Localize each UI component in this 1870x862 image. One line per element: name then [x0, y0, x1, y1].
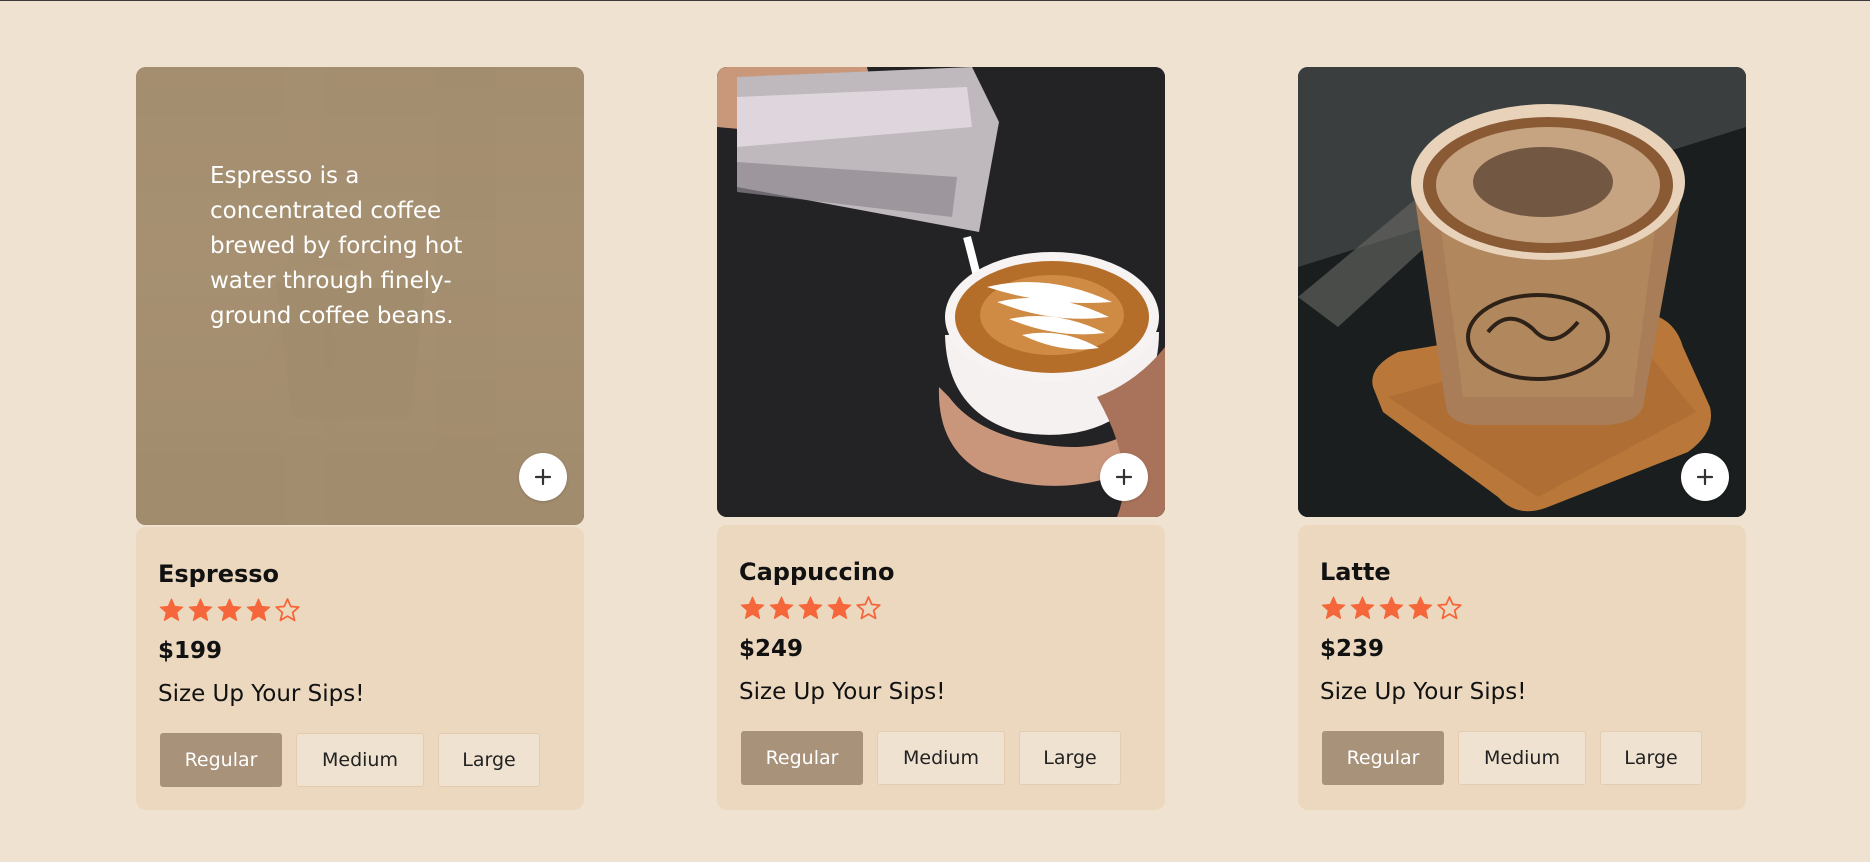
product-card-espresso: Espresso is a concentrated coffee brewed… [136, 67, 584, 810]
star-filled-icon [217, 598, 242, 621]
size-heading: Size Up Your Sips! [158, 681, 365, 707]
product-image-espresso[interactable]: Espresso is a concentrated coffee brewed… [136, 67, 584, 525]
star-filled-icon [1350, 596, 1375, 619]
star-filled-icon [740, 596, 765, 619]
star-filled-icon [1379, 596, 1404, 619]
star-filled-icon [798, 596, 823, 619]
product-price: $199 [158, 638, 223, 664]
plus-icon [1697, 469, 1713, 485]
star-filled-icon [1321, 596, 1346, 619]
size-large-button[interactable]: Large [1600, 731, 1702, 785]
product-info: Espresso $199 Size Up Your Sips! Regular… [136, 527, 584, 810]
description-overlay: Espresso is a concentrated coffee brewed… [136, 67, 584, 525]
star-filled-icon [827, 596, 852, 619]
size-regular-button[interactable]: Regular [160, 733, 282, 787]
size-selector: Regular Medium Large [158, 733, 562, 787]
product-info: Cappuccino $249 Size Up Your Sips! Regul… [717, 525, 1165, 810]
star-rating [158, 597, 562, 625]
star-empty-icon [1437, 596, 1462, 620]
latte-photo [1298, 67, 1746, 517]
product-price: $239 [1320, 636, 1385, 662]
size-medium-button[interactable]: Medium [1458, 731, 1586, 785]
size-large-button[interactable]: Large [1019, 731, 1121, 785]
size-medium-button[interactable]: Medium [296, 733, 424, 787]
cappuccino-photo [717, 67, 1165, 517]
star-filled-icon [1408, 596, 1433, 619]
product-name: Cappuccino [739, 558, 895, 586]
star-filled-icon [769, 596, 794, 619]
top-border [0, 0, 1870, 1]
star-rating [1320, 595, 1724, 623]
product-name: Latte [1320, 558, 1391, 586]
star-filled-icon [159, 598, 184, 621]
product-description: Espresso is a concentrated coffee brewed… [210, 163, 463, 329]
star-filled-icon [188, 598, 213, 621]
star-empty-icon [856, 596, 881, 620]
product-name: Espresso [158, 560, 280, 588]
add-to-cart-button[interactable] [1681, 453, 1729, 501]
size-large-button[interactable]: Large [438, 733, 540, 787]
product-info: Latte $239 Size Up Your Sips! Regular Me… [1298, 525, 1746, 810]
product-image-cappuccino[interactable] [717, 67, 1165, 517]
star-rating [739, 595, 1143, 623]
size-medium-button[interactable]: Medium [877, 731, 1005, 785]
product-price: $249 [739, 636, 804, 662]
size-selector: Regular Medium Large [739, 731, 1143, 785]
plus-icon [535, 469, 551, 485]
star-filled-icon [246, 598, 271, 621]
size-regular-button[interactable]: Regular [1322, 731, 1444, 785]
size-heading: Size Up Your Sips! [739, 679, 946, 705]
plus-icon [1116, 469, 1132, 485]
size-regular-button[interactable]: Regular [741, 731, 863, 785]
product-card-latte: Latte $239 Size Up Your Sips! Regular Me… [1298, 67, 1746, 810]
star-empty-icon [275, 598, 300, 622]
product-card-cappuccino: Cappuccino $249 Size Up Your Sips! Regul… [717, 67, 1165, 810]
product-grid: Espresso is a concentrated coffee brewed… [136, 67, 1746, 810]
size-selector: Regular Medium Large [1320, 731, 1724, 785]
product-image-latte[interactable] [1298, 67, 1746, 517]
add-to-cart-button[interactable] [519, 453, 567, 501]
size-heading: Size Up Your Sips! [1320, 679, 1527, 705]
add-to-cart-button[interactable] [1100, 453, 1148, 501]
